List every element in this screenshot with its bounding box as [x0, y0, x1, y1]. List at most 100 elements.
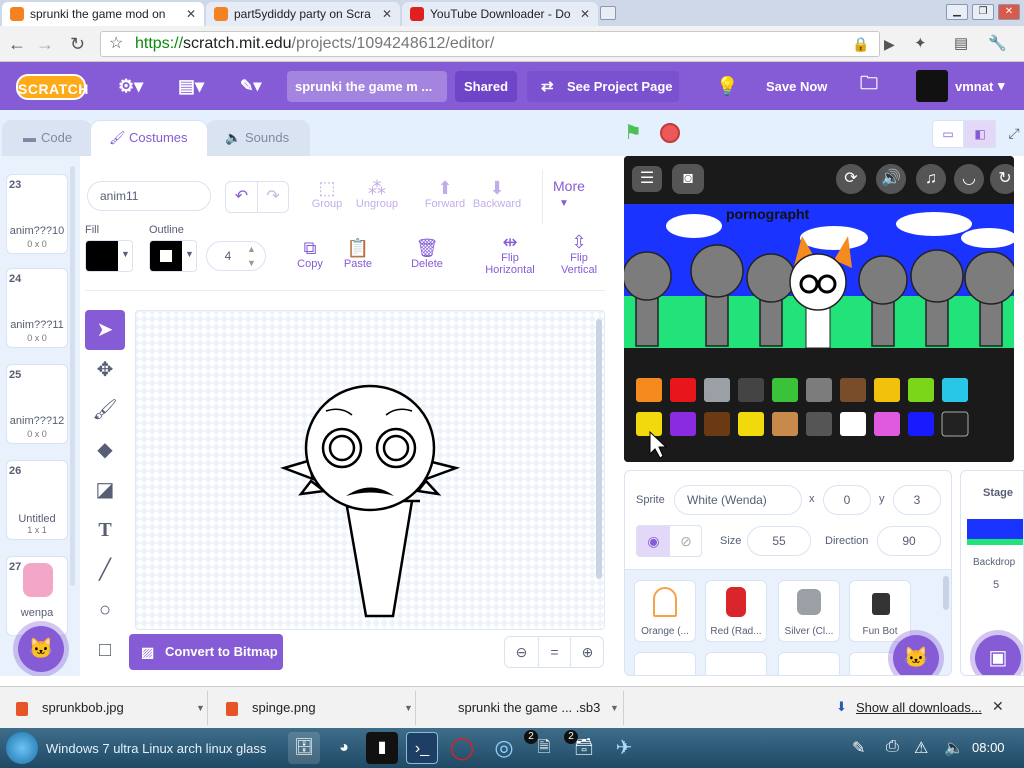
chrome-icon[interactable]: ◎ — [488, 732, 520, 764]
costume-name-input[interactable]: anim11 — [87, 181, 211, 211]
volume-icon[interactable]: 🔈 — [944, 738, 964, 758]
x-input[interactable]: 0 — [823, 485, 871, 515]
fullscreen-icon[interactable]: ⤢ — [1004, 120, 1024, 148]
close-tab-icon[interactable]: ✕ — [580, 7, 590, 21]
stage-music-icon[interactable]: ♫ — [916, 164, 946, 194]
eye-hide-icon[interactable]: ⊘ — [670, 526, 702, 556]
download-item[interactable]: spinge.png ▼ — [210, 691, 416, 725]
forward-button[interactable]: ⬆ Forward — [422, 178, 468, 210]
document-icon[interactable]: 🗎 — [528, 732, 560, 764]
circle-tool-icon[interactable]: ○ — [85, 590, 125, 630]
stage-volume-icon[interactable]: 🔊 — [876, 164, 906, 194]
settings-gear-icon[interactable]: ⚙▾ — [118, 62, 143, 110]
costume-list-scrollbar[interactable] — [70, 166, 75, 586]
cast-icon[interactable]: ▶ — [884, 36, 895, 53]
download-item[interactable]: sprunki the game ... .sb3 ▼ — [418, 691, 624, 725]
brush-tool-icon[interactable]: 🖌 — [85, 390, 125, 430]
ungroup-button[interactable]: ⁂ Ungroup — [354, 178, 400, 210]
redo-icon[interactable]: ↷ — [258, 182, 288, 212]
zoom-out-icon[interactable]: ⊖ — [505, 637, 538, 667]
tutorials-lightbulb-icon[interactable]: 💡 — [716, 62, 738, 110]
restore-icon[interactable]: ❐ — [972, 4, 994, 20]
stage-mode-icon[interactable]: ◡ — [954, 164, 984, 194]
close-tab-icon[interactable]: ✕ — [382, 7, 392, 21]
zoom-reset-button[interactable]: = — [538, 637, 571, 667]
chevron-down-icon[interactable]: ▼ — [610, 691, 619, 725]
paint-canvas[interactable] — [135, 310, 605, 630]
save-now-button[interactable]: Save Now — [766, 62, 827, 110]
zoom-in-icon[interactable]: ⊕ — [571, 637, 604, 667]
tab-sounds[interactable]: 🔈 Sounds — [206, 120, 310, 156]
download-item[interactable]: sprunkbob.jpg ▼ — [0, 691, 208, 725]
chevron-down-icon[interactable]: ▼ — [404, 691, 413, 725]
costume-item[interactable]: 23 anim???10 0 x 0 — [6, 174, 68, 254]
delete-button[interactable]: 🗑 Delete — [404, 238, 450, 270]
choose-sprite-cat-icon[interactable]: 🐱 — [893, 635, 939, 675]
paste-button[interactable]: 📋 Paste — [338, 238, 378, 270]
page-menu-icon[interactable]: ▤ — [954, 34, 968, 52]
terminal-icon[interactable]: ▮ — [366, 732, 398, 764]
stop-icon[interactable] — [660, 123, 680, 143]
convert-to-bitmap-button[interactable]: ▨ Convert to Bitmap — [129, 634, 283, 670]
close-window-icon[interactable]: ✕ — [998, 4, 1020, 20]
flip-horizontal-button[interactable]: ⇹ Flip Horizontal — [480, 232, 540, 276]
more-menu-button[interactable]: More ▼ — [542, 170, 608, 224]
browser-tab-1[interactable]: sprunki the game mod on ✕ — [2, 2, 204, 26]
file-manager-icon[interactable]: 🗄 — [288, 732, 320, 764]
edit-menu-icon[interactable]: ✎▾ — [240, 62, 261, 110]
copy-button[interactable]: ⧉ Copy — [290, 238, 330, 270]
stage-target-panel[interactable]: Stage Backdrop 5 ▣ — [960, 470, 1024, 676]
start-orb-icon[interactable] — [6, 732, 38, 764]
bookmark-star-icon[interactable]: ☆ — [109, 32, 123, 56]
choose-backdrop-icon[interactable]: ▣ — [975, 635, 1021, 675]
reload-icon[interactable]: ↻ — [70, 34, 85, 55]
size-input[interactable]: 55 — [747, 526, 811, 556]
minimize-icon[interactable]: ▁ — [946, 4, 968, 20]
sprite-name-input[interactable]: White (Wenda) — [674, 485, 802, 515]
costume-item[interactable]: 24 anim???11 0 x 0 — [6, 268, 68, 348]
rectangle-tool-icon[interactable]: □ — [85, 630, 125, 670]
network-icon[interactable]: ⚠ — [914, 738, 928, 758]
wrench-icon[interactable]: 🔧 — [988, 34, 1007, 52]
my-stuff-folder-icon[interactable]: 🗀 — [860, 62, 878, 110]
stage-character-icon[interactable]: ◙ — [672, 164, 704, 194]
sprite-tile[interactable] — [778, 652, 840, 675]
extensions-icon[interactable]: ✦ — [914, 34, 927, 52]
stage-reset-icon[interactable]: ⟳ — [836, 164, 866, 194]
forward-icon[interactable]: → — [36, 34, 54, 55]
scratch-logo[interactable]: SCRATCH — [16, 74, 88, 100]
new-tab-button[interactable] — [600, 6, 616, 20]
sprite-tile[interactable]: Red (Rad... — [705, 580, 767, 642]
printer-icon[interactable]: ⎙ — [886, 738, 899, 756]
sprite-tile[interactable]: Fun Bot — [849, 580, 911, 642]
tab-costumes[interactable]: 🖌 Costumes — [90, 120, 208, 156]
green-flag-icon[interactable]: ⚑ — [624, 120, 650, 146]
firefox-icon[interactable]: ◕ — [328, 732, 360, 764]
sprite-tile[interactable]: Silver (Cl... — [778, 580, 840, 642]
stepper-arrows-icon[interactable]: ▲ ▼ — [247, 242, 256, 270]
sprite-tile[interactable] — [705, 652, 767, 675]
backward-button[interactable]: ⬇ Backward — [470, 178, 524, 210]
username-label[interactable]: vmnat — [955, 62, 993, 110]
direction-input[interactable]: 90 — [877, 526, 941, 556]
file-menu-icon[interactable]: ▤▾ — [178, 62, 204, 110]
back-icon[interactable]: ← — [8, 34, 26, 55]
archive-icon[interactable]: 🗃 — [568, 732, 600, 764]
costume-item[interactable]: 26 Untitled 1 x 1 — [6, 460, 68, 540]
network-globe-icon[interactable]: ✈ — [608, 732, 640, 764]
reshape-tool-icon[interactable]: ✥ — [85, 350, 125, 390]
sprite-tile[interactable] — [634, 652, 696, 675]
url-input[interactable]: ☆ https://scratch.mit.edu/projects/10942… — [100, 31, 880, 57]
line-tool-icon[interactable]: ╱ — [85, 550, 125, 590]
large-stage-icon[interactable]: ◧ — [964, 120, 996, 148]
sprite-tile[interactable]: Orange (... — [634, 580, 696, 642]
notes-icon[interactable]: ✎ — [852, 738, 865, 758]
stage-canvas[interactable]: ☰ ◙ ⟳ 🔊 ♫ ◡ ↻ pornographt — [624, 156, 1014, 462]
y-input[interactable]: 3 — [893, 485, 941, 515]
outline-color-picker[interactable]: ▼ — [149, 240, 197, 272]
tab-code[interactable]: ▬ Code — [2, 120, 92, 156]
sprite-list-scrollbar[interactable] — [943, 576, 949, 610]
close-downloads-icon[interactable]: ✕ — [992, 698, 1004, 715]
undo-icon[interactable]: ↶ — [226, 182, 258, 212]
opera-icon[interactable]: ◯ — [446, 732, 478, 764]
